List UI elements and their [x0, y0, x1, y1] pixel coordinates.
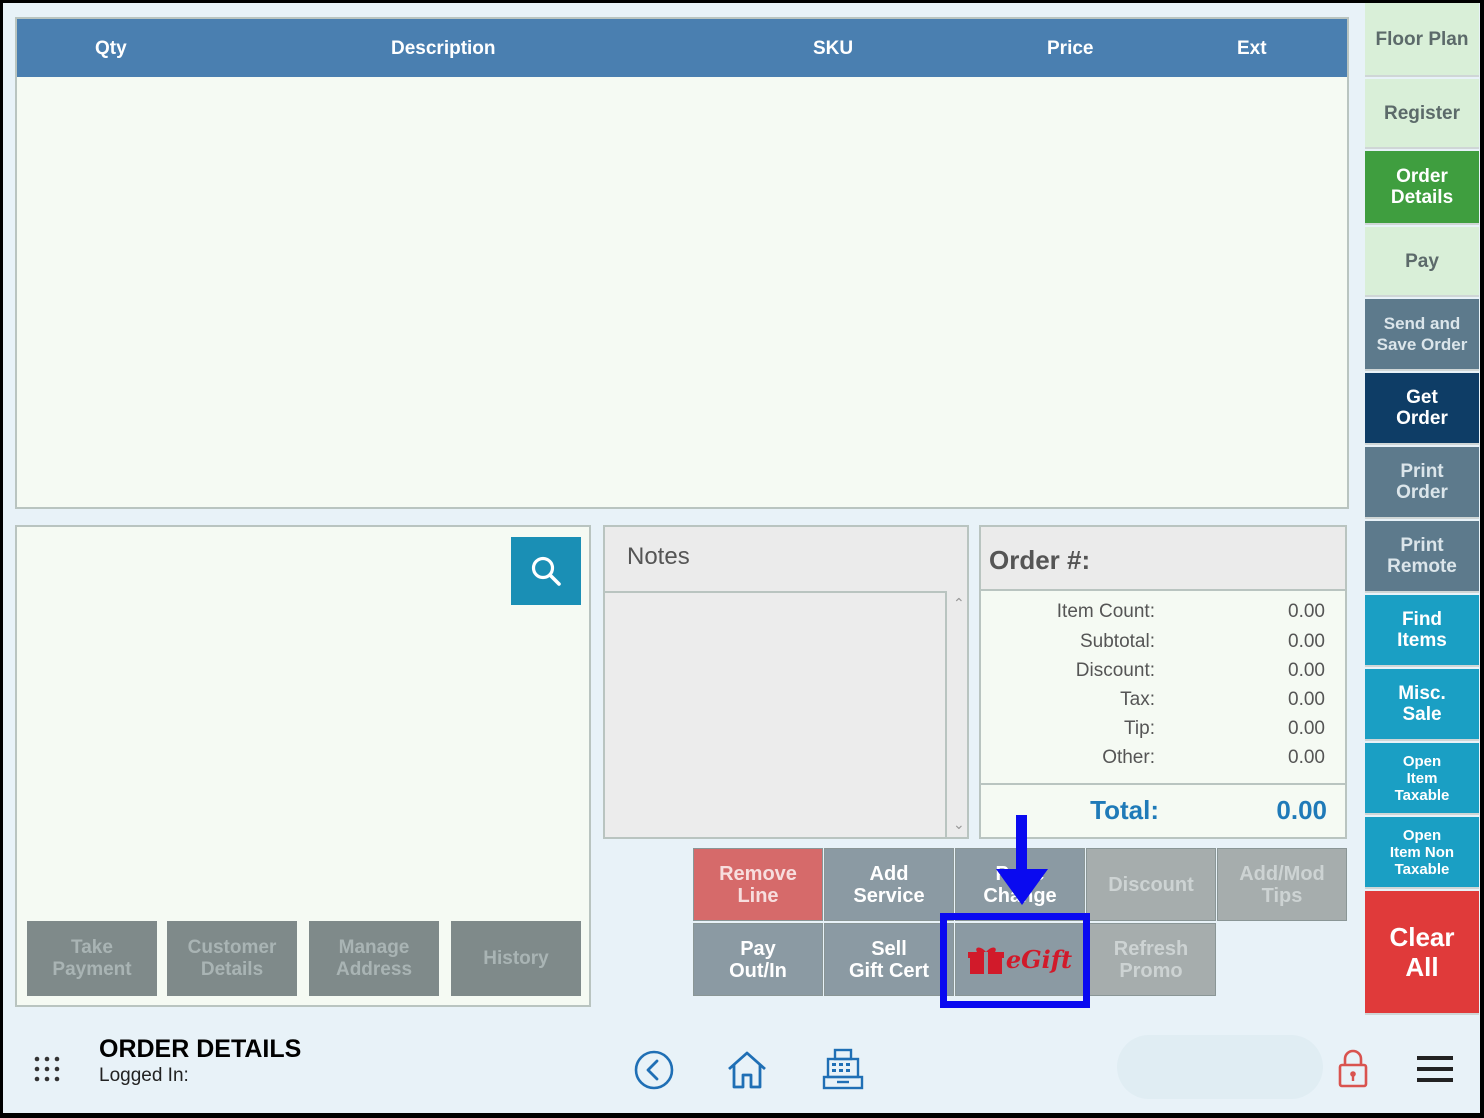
sidebar-find-items-button[interactable]: Find Items: [1365, 595, 1479, 667]
cash-register-icon[interactable]: [821, 1047, 865, 1096]
manage-address-button[interactable]: Manage Address: [309, 921, 439, 996]
lock-icon[interactable]: [1337, 1047, 1369, 1094]
back-icon[interactable]: [633, 1049, 675, 1096]
column-description: Description: [391, 38, 496, 59]
add-mod-tips-button[interactable]: Add/Mod Tips: [1217, 848, 1347, 921]
total-label: Total:: [1090, 795, 1159, 825]
annotation-highlight-box: [940, 913, 1090, 1008]
summary-row-subtotal: Subtotal: 0.00: [1080, 631, 1325, 652]
scroll-down-icon: ⌄: [953, 816, 965, 832]
order-summary-panel: Order #: Item Count: 0.00 Subtotal: 0.00…: [979, 525, 1347, 839]
sidebar-pay-button[interactable]: Pay: [1365, 227, 1479, 297]
page-title: ORDER DETAILS: [99, 1035, 302, 1063]
notes-textarea[interactable]: [605, 591, 947, 837]
scroll-up-icon: ⌃: [953, 595, 965, 611]
column-sku: SKU: [813, 38, 854, 59]
sidebar-print-order-button[interactable]: Print Order: [1365, 447, 1479, 519]
total-row: Total: 0.00: [981, 783, 1345, 837]
column-ext: Ext: [1237, 38, 1267, 59]
add-service-button[interactable]: Add Service: [824, 848, 954, 921]
annotation-arrow: [1016, 815, 1027, 877]
remove-line-button[interactable]: Remove Line: [693, 848, 823, 921]
logged-in-label: Logged In:: [99, 1065, 189, 1086]
history-button[interactable]: History: [451, 921, 581, 996]
refresh-promo-button[interactable]: Refresh Promo: [1086, 923, 1216, 996]
summary-header: Order #:: [981, 527, 1345, 591]
notes-scrollbar[interactable]: ⌃ ⌄: [949, 591, 967, 837]
sidebar-order-details-button[interactable]: Order Details: [1365, 151, 1479, 225]
customer-panel: Take Payment Customer Details Manage Add…: [15, 525, 591, 1007]
pos-window: Qty Description SKU Price Ext Take Payme…: [3, 3, 1480, 1113]
summary-row-item-count: Item Count: 0.00: [1056, 601, 1325, 622]
column-price: Price: [1047, 38, 1094, 59]
table-header: Qty Description SKU Price Ext: [17, 19, 1347, 77]
sidebar-get-order-button[interactable]: Get Order: [1365, 373, 1479, 445]
home-icon[interactable]: [725, 1047, 769, 1096]
notes-panel: Notes ⌃ ⌄: [603, 525, 969, 839]
take-payment-button[interactable]: Take Payment: [27, 921, 157, 996]
column-qty: Qty: [95, 38, 127, 59]
summary-row-discount: Discount: 0.00: [1075, 660, 1325, 681]
sidebar-open-item-non-taxable-button[interactable]: Open Item Non Taxable: [1365, 817, 1479, 889]
order-items-table: Qty Description SKU Price Ext: [15, 17, 1349, 509]
summary-row-other: Other: 0.00: [1102, 747, 1325, 768]
menu-icon[interactable]: [1417, 1055, 1453, 1088]
sidebar-clear-all-button[interactable]: Clear All: [1365, 891, 1479, 1015]
sidebar-floor-plan-button[interactable]: Floor Plan: [1365, 3, 1479, 77]
search-icon: [531, 556, 561, 586]
sell-gift-cert-button[interactable]: Sell Gift Cert: [824, 923, 954, 996]
summary-row-tax: Tax: 0.00: [1120, 689, 1325, 710]
summary-row-tip: Tip: 0.00: [1124, 718, 1325, 739]
sidebar-print-remote-button[interactable]: Print Remote: [1365, 521, 1479, 593]
apps-grid-icon[interactable]: [33, 1055, 61, 1088]
pay-out-in-button[interactable]: Pay Out/In: [693, 923, 823, 996]
sidebar-misc-sale-button[interactable]: Misc. Sale: [1365, 669, 1479, 741]
blurred-user-area: [1117, 1035, 1323, 1099]
sidebar-open-item-taxable-button[interactable]: Open Item Taxable: [1365, 743, 1479, 815]
annotation-arrow-head: [996, 869, 1048, 905]
sidebar-send-save-order-button[interactable]: Send and Save Order: [1365, 299, 1479, 371]
total-value: 0.00: [1276, 795, 1327, 825]
sidebar-register-button[interactable]: Register: [1365, 79, 1479, 149]
discount-button[interactable]: Discount: [1086, 848, 1216, 921]
customer-search-button[interactable]: [511, 537, 581, 605]
order-number-label: Order #:: [989, 545, 1091, 575]
notes-title: Notes: [627, 543, 690, 570]
customer-details-button[interactable]: Customer Details: [167, 921, 297, 996]
bottom-bar: ORDER DETAILS Logged In:: [3, 1017, 1480, 1113]
